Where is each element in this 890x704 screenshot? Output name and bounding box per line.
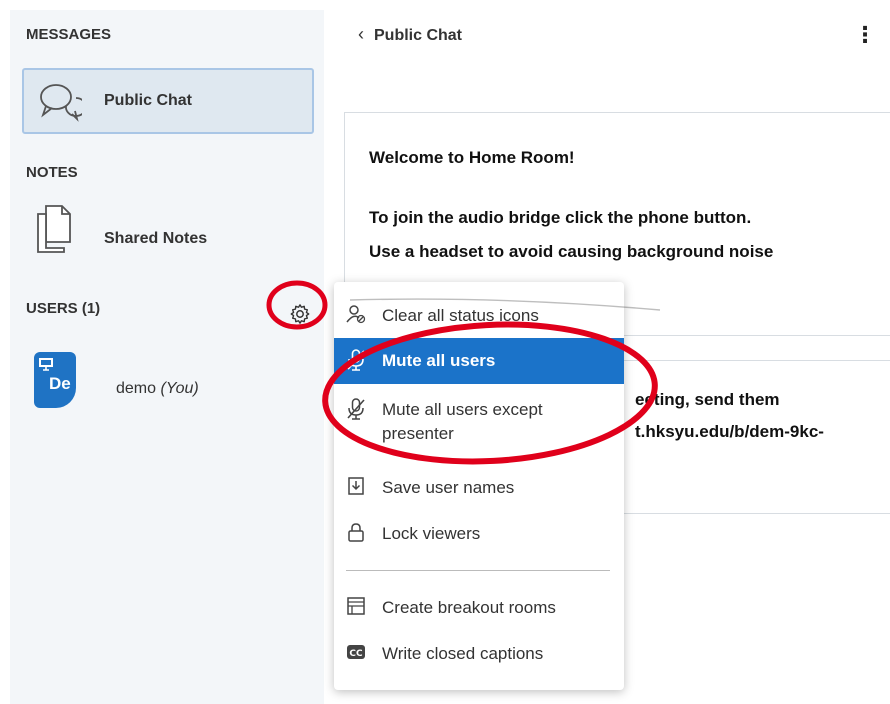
chat-bubbles-icon [38, 82, 87, 127]
menu-item-mute-all[interactable]: Mute all users [334, 338, 624, 384]
menu-item-label: Lock viewers [382, 524, 481, 543]
cc-text: CC [349, 649, 363, 659]
clear-status-icon [346, 304, 366, 324]
menu-item-mute-except-presenter[interactable]: Mute all users except presenter [334, 390, 624, 460]
message-line: Use a headset to avoid causing backgroun… [369, 242, 774, 261]
message-line: Welcome to Home Room! [369, 148, 575, 167]
menu-item-label: Mute all users [382, 351, 496, 370]
sidebar-item-label: Shared Notes [104, 230, 208, 247]
users-section-title: USERS (1) [26, 300, 101, 317]
user-name-text: demo [116, 380, 157, 397]
document-copy-icon [36, 204, 72, 259]
sidebar-item-shared-notes[interactable]: Shared Notes [22, 196, 314, 256]
message-line: eeting, send them [635, 390, 780, 409]
menu-divider [346, 570, 610, 571]
avatar: De [34, 352, 76, 408]
menu-item-write-closed-captions[interactable]: CC Write closed captions [334, 634, 624, 674]
download-file-icon [346, 476, 366, 496]
you-label: (You) [160, 380, 199, 397]
messages-section-title: MESSAGES [26, 26, 112, 43]
menu-item-label: Save user names [382, 478, 515, 497]
sidebar: MESSAGES Public Chat NOTES Shared Notes … [10, 10, 324, 704]
back-chevron-icon[interactable]: ‹ [358, 24, 364, 44]
more-options-icon[interactable]: ⋮ [854, 22, 876, 48]
menu-item-label: Create breakout rooms [382, 598, 556, 617]
gear-icon [289, 304, 311, 329]
breakout-rooms-icon [346, 596, 366, 616]
menu-item-clear-status[interactable]: Clear all status icons [334, 296, 624, 336]
avatar-initials: De [49, 374, 71, 393]
user-name: demo (You) [116, 380, 199, 398]
menu-item-label: Clear all status icons [382, 306, 539, 325]
user-options-gear-button[interactable] [286, 300, 314, 328]
menu-item-label-line: Mute all users except [382, 400, 543, 419]
menu-item-label: Mute all users except presenter [382, 398, 543, 446]
closed-captions-icon: CC [346, 642, 366, 662]
chat-header[interactable]: ‹ Public Chat [358, 24, 462, 45]
menu-item-lock-viewers[interactable]: Lock viewers [334, 514, 624, 554]
lock-icon [346, 522, 366, 542]
menu-item-label: Write closed captions [382, 644, 544, 663]
mic-off-icon [346, 398, 366, 420]
message-line: t.hksyu.edu/b/dem-9kc- [635, 422, 824, 441]
notes-section-title: NOTES [26, 164, 78, 181]
sidebar-item-label: Public Chat [104, 92, 193, 109]
user-options-menu: Clear all status icons Mute all users Mu… [334, 282, 624, 690]
menu-item-label-line: presenter [382, 424, 454, 443]
presenter-icon [38, 356, 54, 376]
sidebar-item-public-chat[interactable]: Public Chat [22, 68, 314, 134]
menu-item-save-user-names[interactable]: Save user names [334, 468, 624, 508]
mic-off-icon [346, 349, 366, 371]
page-title: Public Chat [374, 27, 463, 44]
menu-item-create-breakout-rooms[interactable]: Create breakout rooms [334, 588, 624, 628]
message-line: To join the audio bridge click the phone… [369, 208, 752, 227]
